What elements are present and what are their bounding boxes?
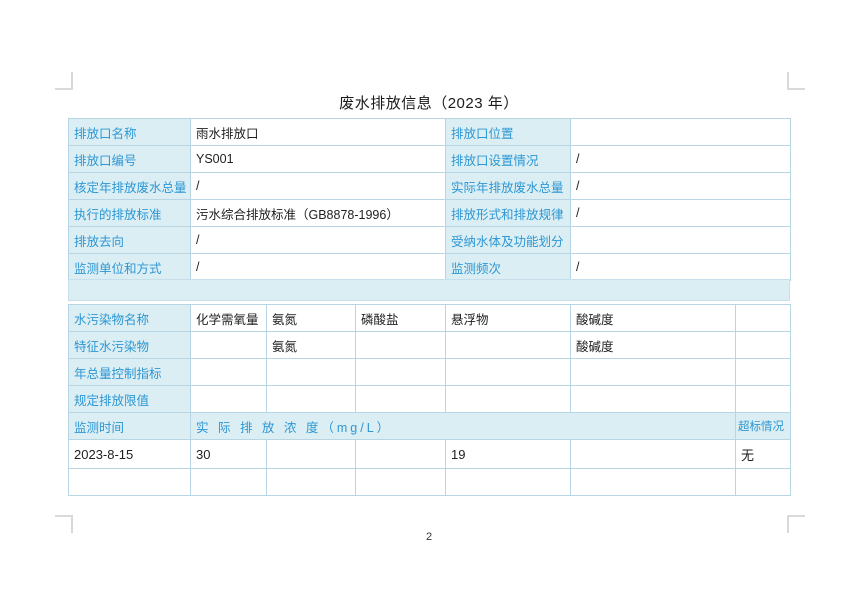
info-label: 监测频次 [446, 254, 571, 281]
info-value[interactable]: YS001 [191, 146, 446, 173]
empty-cell[interactable] [267, 469, 356, 496]
pollutant-cell[interactable]: 氨氮 [267, 305, 356, 332]
empty-cell[interactable] [191, 469, 267, 496]
pollutant-cell[interactable]: 化学需氧量 [191, 305, 267, 332]
exceed-status-header: 超标情况 [736, 413, 791, 440]
actual-concentration-header: 实 际 排 放 浓 度（mg/L） [191, 413, 736, 440]
info-label: 排放口编号 [69, 146, 191, 173]
info-label: 排放去向 [69, 227, 191, 254]
wastewater-info-table: 排放口名称 雨水排放口 排放口位置 排放口编号 YS001 排放口设置情况 / … [68, 118, 791, 281]
info-value[interactable]: 污水综合排放标准（GB8878-1996） [191, 200, 446, 227]
pollutant-cell[interactable] [191, 332, 267, 359]
pollutant-cell[interactable]: 悬浮物 [446, 305, 571, 332]
page-number: 2 [68, 531, 790, 543]
info-label: 执行的排放标准 [69, 200, 191, 227]
pollutant-cell[interactable] [191, 386, 267, 413]
pollutant-cell[interactable] [736, 359, 791, 386]
pollutant-cell[interactable]: 酸碱度 [571, 305, 736, 332]
pollutant-cell[interactable] [571, 359, 736, 386]
info-label: 受纳水体及功能划分 [446, 227, 571, 254]
empty-cell[interactable] [571, 469, 736, 496]
table-row: 排放口编号 YS001 排放口设置情况 / [69, 146, 791, 173]
concentration-cell[interactable] [267, 440, 356, 469]
info-label: 排放口设置情况 [446, 146, 571, 173]
info-value[interactable]: / [191, 173, 446, 200]
pollutant-cell[interactable]: 磷酸盐 [356, 305, 446, 332]
concentration-cell[interactable]: 30 [191, 440, 267, 469]
concentration-cell[interactable] [571, 440, 736, 469]
info-label: 监测单位和方式 [69, 254, 191, 281]
table-row: 2023-8-15 30 19 无 [69, 440, 791, 469]
info-value[interactable]: / [571, 146, 791, 173]
info-value[interactable]: 雨水排放口 [191, 119, 446, 146]
info-label: 排放口名称 [69, 119, 191, 146]
table-row [69, 469, 791, 496]
pollutant-row-label: 水污染物名称 [69, 305, 191, 332]
table-row: 监测单位和方式 / 监测频次 / [69, 254, 791, 281]
pollutant-cell[interactable] [736, 386, 791, 413]
concentration-cell[interactable]: 19 [446, 440, 571, 469]
pollutant-cell[interactable] [356, 386, 446, 413]
pollutant-cell[interactable] [267, 359, 356, 386]
pollutant-cell[interactable] [736, 305, 791, 332]
table-row: 执行的排放标准 污水综合排放标准（GB8878-1996） 排放形式和排放规律 … [69, 200, 791, 227]
table-row: 年总量控制指标 [69, 359, 791, 386]
info-value[interactable] [571, 227, 791, 254]
info-label: 排放口位置 [446, 119, 571, 146]
info-value[interactable]: / [571, 254, 791, 281]
table-row: 规定排放限值 [69, 386, 791, 413]
table-row: 核定年排放废水总量 / 实际年排放废水总量 / [69, 173, 791, 200]
table-row: 水污染物名称 化学需氧量 氨氮 磷酸盐 悬浮物 酸碱度 [69, 305, 791, 332]
info-value[interactable]: / [191, 227, 446, 254]
pollutant-row-label: 特征水污染物 [69, 332, 191, 359]
empty-cell[interactable] [69, 469, 191, 496]
pollutant-table: 水污染物名称 化学需氧量 氨氮 磷酸盐 悬浮物 酸碱度 特征水污染物 氨氮 酸碱… [68, 304, 791, 496]
pollutant-row-label: 规定排放限值 [69, 386, 191, 413]
info-value[interactable]: / [571, 200, 791, 227]
pollutant-cell[interactable]: 氨氮 [267, 332, 356, 359]
table-row: 监测时间 实 际 排 放 浓 度（mg/L） 超标情况 [69, 413, 791, 440]
corner-mark-top-right [787, 72, 805, 90]
table-row: 排放去向 / 受纳水体及功能划分 [69, 227, 791, 254]
pollutant-cell[interactable] [446, 386, 571, 413]
info-label: 核定年排放废水总量 [69, 173, 191, 200]
pollutant-cell[interactable] [356, 332, 446, 359]
pollutant-cell[interactable] [736, 332, 791, 359]
pollutant-cell[interactable] [356, 359, 446, 386]
pollutant-cell[interactable] [446, 332, 571, 359]
info-value[interactable]: / [191, 254, 446, 281]
section-divider-band [68, 279, 790, 301]
pollutant-cell[interactable]: 酸碱度 [571, 332, 736, 359]
exceed-status-cell[interactable]: 无 [736, 440, 791, 469]
info-label: 实际年排放废水总量 [446, 173, 571, 200]
monitor-date-cell[interactable]: 2023-8-15 [69, 440, 191, 469]
info-label: 排放形式和排放规律 [446, 200, 571, 227]
pollutant-cell[interactable] [267, 386, 356, 413]
empty-cell[interactable] [446, 469, 571, 496]
pollutant-cell[interactable] [446, 359, 571, 386]
info-value[interactable]: / [571, 173, 791, 200]
pollutant-row-label: 年总量控制指标 [69, 359, 191, 386]
pollutant-row-label: 监测时间 [69, 413, 191, 440]
corner-mark-top-left [55, 72, 73, 90]
table-row: 排放口名称 雨水排放口 排放口位置 [69, 119, 791, 146]
info-value[interactable] [571, 119, 791, 146]
concentration-cell[interactable] [356, 440, 446, 469]
empty-cell[interactable] [736, 469, 791, 496]
table-row: 特征水污染物 氨氮 酸碱度 [69, 332, 791, 359]
page-title: 废水排放信息（2023 年） [68, 92, 790, 113]
empty-cell[interactable] [356, 469, 446, 496]
pollutant-cell[interactable] [191, 359, 267, 386]
pollutant-cell[interactable] [571, 386, 736, 413]
